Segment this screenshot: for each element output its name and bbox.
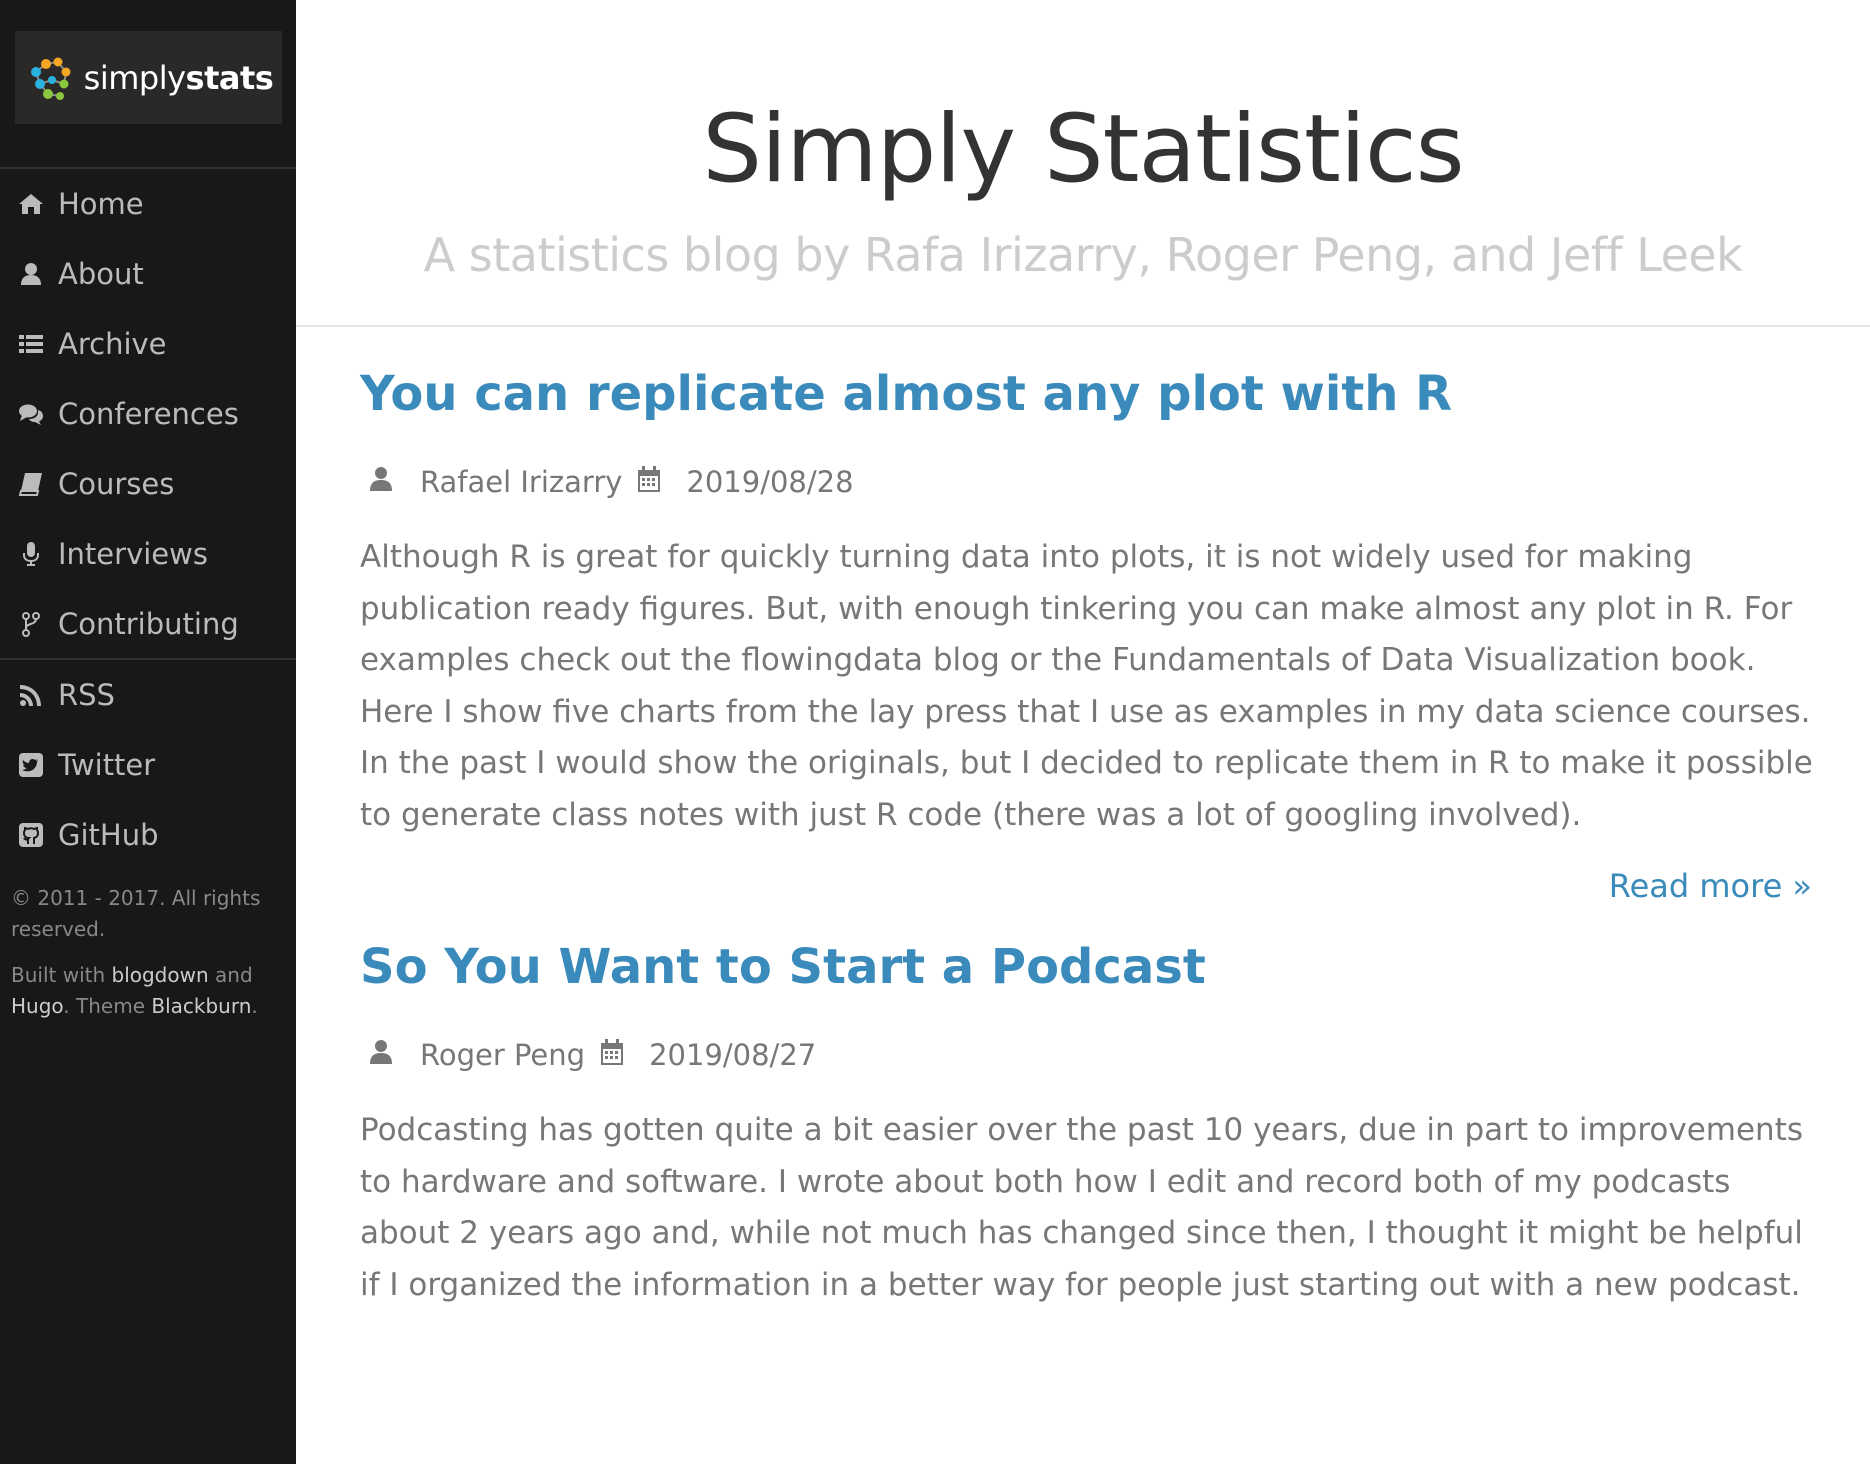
rss-icon [17,681,45,709]
twitter-square-icon [17,751,45,779]
post-list: You can replicate almost any plot with R… [360,360,1820,1311]
post-date: 2019/08/27 [649,1038,817,1072]
sidebar-item-label: Twitter [58,748,156,782]
post-summary: Podcasting has gotten quite a bit easier… [360,1112,1804,1303]
user-icon [17,260,45,288]
post-meta: Rafael Irizarry 2019/08/28 [360,462,1820,502]
user-icon [368,465,394,500]
calendar-icon [636,465,662,500]
sidebar-item-about[interactable]: About [0,239,296,309]
post-title-link[interactable]: So You Want to Start a Podcast [360,933,1820,1001]
logo-wordmark: simplystats [83,58,274,97]
copyright-text: © 2011 - 2017. All rights reserved. [11,886,261,941]
sidebar-item-github[interactable]: GitHub [0,800,296,870]
sidebar-item-label: Conferences [58,397,239,431]
comments-icon [17,400,45,428]
post-summary: Although R is great for quickly turning … [360,539,1813,833]
sidebar-item-twitter[interactable]: Twitter [0,730,296,800]
post-date: 2019/08/28 [686,465,854,499]
post-item: So You Want to Start a Podcast Roger Pen… [360,933,1820,1311]
blogdown-link[interactable]: blogdown [112,963,209,987]
site-subtitle: A statistics blog by Rafa Irizarry, Roge… [423,228,1743,282]
list-icon [17,330,45,358]
code-fork-icon [17,610,45,638]
page-header: Simply Statistics A statistics blog by R… [296,0,1870,327]
sidebar-item-interviews[interactable]: Interviews [0,519,296,589]
sidebar-item-contributing[interactable]: Contributing [0,589,296,659]
post-author: Roger Peng [420,1038,586,1072]
sidebar-item-label: RSS [58,678,115,712]
github-square-icon [17,821,45,849]
logo-molecule-icon [30,57,71,100]
site-logo[interactable]: simplystats [15,31,282,124]
read-more-link[interactable]: Read more » [360,867,1820,917]
sidebar-item-courses[interactable]: Courses [0,449,296,519]
hugo-link[interactable]: Hugo [11,994,63,1018]
built-with-text: Built with blogdown and Hugo. Theme Blac… [11,963,258,1018]
sidebar-item-label: Archive [58,327,167,361]
sidebar-item-label: Contributing [58,607,239,641]
secondary-nav: RSS Twitter GitHub [0,660,296,870]
post-title-link[interactable]: You can replicate almost any plot with R [360,360,1820,428]
sidebar-footer: © 2011 - 2017. All rights reserved. Buil… [11,883,286,1037]
user-icon [368,1038,394,1073]
sidebar-item-conferences[interactable]: Conferences [0,379,296,449]
book-icon [17,470,45,498]
sidebar: simplystats Home About Archive Conferenc… [0,0,296,1464]
post-meta: Roger Peng 2019/08/27 [360,1035,1820,1075]
sidebar-item-label: GitHub [58,818,159,852]
sidebar-item-label: Courses [58,467,175,501]
site-title: Simply Statistics [702,95,1464,204]
sidebar-item-rss[interactable]: RSS [0,660,296,730]
home-icon [17,190,45,218]
sidebar-item-label: About [58,257,144,291]
post-item: You can replicate almost any plot with R… [360,360,1820,917]
sidebar-item-home[interactable]: Home [0,169,296,239]
sidebar-item-label: Home [58,187,144,221]
microphone-icon [17,540,45,568]
sidebar-item-archive[interactable]: Archive [0,309,296,379]
primary-nav: Home About Archive Conferences Courses I… [0,169,296,659]
blackburn-link[interactable]: Blackburn [151,994,251,1018]
calendar-icon [599,1038,625,1073]
sidebar-item-label: Interviews [58,537,208,571]
post-author: Rafael Irizarry [420,465,623,499]
